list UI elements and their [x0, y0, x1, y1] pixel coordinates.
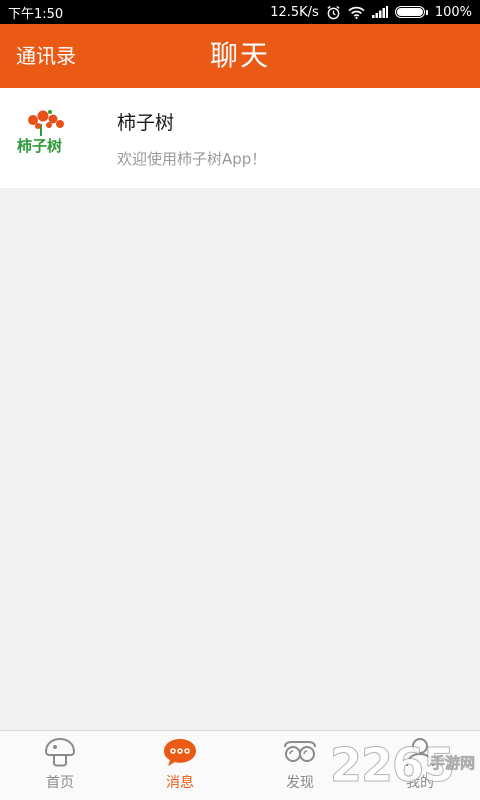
signal-icon	[371, 6, 388, 18]
alarm-icon	[326, 5, 341, 20]
battery-icon	[394, 6, 428, 18]
persimmon-tree-logo-avatar: 柿子树	[14, 106, 70, 166]
tab-discover[interactable]: 发现	[240, 731, 360, 800]
wifi-icon	[348, 6, 365, 19]
tab-messages[interactable]: 消息	[120, 731, 240, 800]
avatar-logo-text: 柿子树	[17, 137, 62, 155]
mushroom-home-icon	[42, 737, 78, 767]
chat-list-item[interactable]: 柿子树 柿子树 欢迎使用柿子树App！	[0, 88, 480, 188]
network-speed: 12.5K/s	[270, 4, 319, 20]
tab-home[interactable]: 首页	[0, 731, 120, 800]
goggles-discover-icon	[282, 737, 318, 767]
tab-profile-label: 我的	[406, 775, 434, 791]
status-icons: 12.5K/s 100%	[270, 5, 472, 20]
chat-preview: 欢迎使用柿子树App！	[117, 150, 267, 168]
chat-name: 柿子树	[117, 112, 175, 134]
tab-profile[interactable]: 我的	[360, 731, 480, 800]
chat-bubble-icon	[162, 737, 198, 767]
person-icon	[402, 737, 438, 767]
status-time: 下午1:50	[8, 6, 64, 22]
status-bar: 下午1:50 12.5K/s 100%	[0, 0, 480, 24]
tab-messages-label: 消息	[166, 775, 194, 791]
tab-home-label: 首页	[46, 775, 74, 791]
bottom-tab-bar: 首页 消息 发现 我的	[0, 730, 480, 800]
battery-percent: 100%	[434, 4, 472, 20]
contacts-button[interactable]: 通讯录	[16, 24, 76, 88]
app-header: 通讯录 聊天	[0, 24, 480, 88]
tab-discover-label: 发现	[286, 775, 314, 791]
chat-list: 柿子树 柿子树 欢迎使用柿子树App！	[0, 88, 480, 188]
